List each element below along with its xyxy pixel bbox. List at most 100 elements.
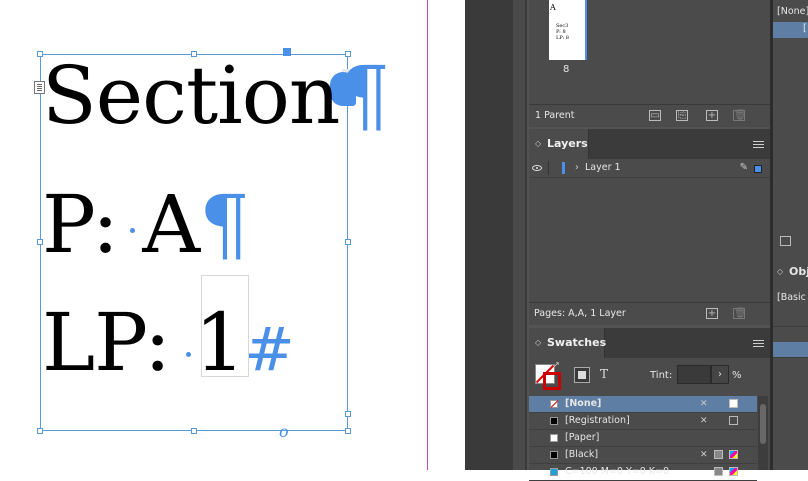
pen-icon: ✎ <box>739 162 748 173</box>
swatch-scrollbar[interactable] <box>758 396 768 470</box>
swatch-row-none[interactable]: [None] ✕ <box>529 396 757 413</box>
delete-layer-icon[interactable]: 🗑 <box>733 308 747 319</box>
not-editable-icon: ✕ <box>700 450 708 460</box>
panel-menu-icon[interactable] <box>753 141 764 148</box>
frame-handle-bottom-left[interactable] <box>37 428 43 434</box>
lock-toggle[interactable] <box>548 161 549 175</box>
tint-unit: % <box>732 370 742 381</box>
none-label: [None] <box>777 6 808 17</box>
tab-layers[interactable]: ◇ Layers <box>529 129 589 159</box>
document-canvas[interactable]: Section¶ P: A¶ LP: 1# o <box>0 0 465 470</box>
pages-footer: 1 Parent ▭ ⎘ + 🗑 <box>529 104 770 127</box>
section-text: Section <box>42 49 340 142</box>
dock-scrollbar[interactable] <box>513 0 525 470</box>
text-line-page-number: LP: 1# <box>42 303 295 390</box>
collapse-chevron-icon[interactable]: ◇ <box>535 328 541 358</box>
tab-object-styles[interactable]: ◇ Obj <box>773 258 808 286</box>
layers-footer: Pages: A,A, 1 Layer + 🗑 <box>529 302 770 325</box>
page-size-icon[interactable]: ▭ <box>649 110 661 121</box>
space-marker <box>186 352 191 357</box>
process-icon <box>714 467 723 476</box>
swatch-chip <box>550 434 558 442</box>
swatches-tab-label: Swatches <box>547 336 607 349</box>
swatch-name: [Registration] <box>565 415 630 426</box>
frame-handle-corner-extra[interactable] <box>345 411 351 417</box>
style-row[interactable] <box>773 327 808 343</box>
swatches-header: ◇ Swatches <box>529 328 770 358</box>
swatch-row-paper[interactable]: [Paper] <box>529 430 757 447</box>
layers-tab-label: Layers <box>547 137 588 150</box>
page-label-text: LP: <box>42 296 195 389</box>
swatch-name: [Paper] <box>565 432 600 443</box>
selected-row-text: [ <box>803 23 807 34</box>
frame-handle-bottom-right[interactable] <box>345 428 351 434</box>
cmyk-icon <box>729 467 738 476</box>
overset-indicator[interactable]: o <box>279 422 289 441</box>
text-line-section: Section¶ <box>42 56 390 136</box>
new-layer-icon[interactable]: + <box>706 308 718 319</box>
style-row[interactable] <box>773 311 808 327</box>
page-number-text: 1 <box>194 296 245 389</box>
swatch-chip <box>550 451 558 459</box>
parent-page-text: P: A <box>42 178 200 271</box>
tab-swatches[interactable]: ◇ Swatches <box>529 328 607 358</box>
pilcrow-mark: ¶ <box>199 178 250 271</box>
new-page-icon[interactable]: + <box>706 110 718 121</box>
page-number-label: 8 <box>563 64 570 75</box>
pages-panel: A Sec3 P: 8 LP: 8 8 1 Parent ▭ ⎘ + 🗑 <box>529 0 770 127</box>
swatches-panel: ◇ Swatches ↗ T Tint: › % [None] ✕ [Regis… <box>529 328 770 481</box>
edit-page-size-icon[interactable]: ⎘ <box>676 110 688 121</box>
stroke-swatch[interactable] <box>543 372 561 390</box>
page-edge-guide <box>427 0 428 470</box>
swatch-name: C=100 M=0 Y=0 K=0 <box>565 466 670 477</box>
object-tab-label: Obj <box>789 265 808 278</box>
not-editable-icon: ✕ <box>700 416 708 426</box>
swatch-row-registration[interactable]: [Registration] ✕ <box>529 413 757 430</box>
tint-label: Tint: <box>650 370 673 381</box>
not-editable-icon: ✕ <box>700 399 708 409</box>
space-marker <box>130 228 135 233</box>
basic-style-label: [Basic T <box>777 292 808 303</box>
layers-status: Pages: A,A, 1 Layer <box>534 308 626 319</box>
layers-panel: ◇ Layers › Layer 1 ✎ Pages: A,A, 1 Layer… <box>529 129 770 325</box>
panel-footer-icon[interactable] <box>780 236 791 246</box>
panel-menu-icon[interactable] <box>753 340 764 347</box>
layers-header: ◇ Layers <box>529 129 770 159</box>
page-thumbnail[interactable]: A Sec3 P: 8 LP: 8 <box>549 0 586 60</box>
swatch-row-black[interactable]: [Black] ✕ <box>529 447 757 464</box>
tint-dropdown-arrow-icon[interactable]: › <box>711 365 729 384</box>
swatch-chip <box>550 400 559 408</box>
formatting-container-icon[interactable] <box>574 367 590 383</box>
swatch-list: [None] ✕ [Registration] ✕ [Paper] [Black… <box>529 396 757 481</box>
swatch-name: [None] <box>565 398 602 409</box>
formatting-text-icon[interactable]: T <box>600 367 608 381</box>
style-row-selected[interactable] <box>773 342 808 358</box>
collapse-chevron-icon[interactable]: ◇ <box>777 258 783 286</box>
tint-input[interactable] <box>677 365 711 384</box>
collapse-chevron-icon[interactable]: ◇ <box>535 129 541 159</box>
text-line-parent-page: P: A¶ <box>42 185 250 265</box>
thumbnail-selection-edge <box>585 0 587 60</box>
parent-prefix: A <box>550 3 556 12</box>
frame-handle-bottom-middle[interactable] <box>191 428 197 434</box>
frame-handle-middle-right[interactable] <box>345 239 351 245</box>
swatch-row-cyan[interactable]: C=100 M=0 Y=0 K=0 <box>529 464 757 481</box>
object-styles-header: ◇ Obj <box>773 258 808 286</box>
visibility-eye-icon[interactable] <box>532 165 542 171</box>
pages-status: 1 Parent <box>535 110 575 121</box>
layer-name: Layer 1 <box>585 162 621 173</box>
swatch-name: [Black] <box>565 449 599 460</box>
page-number-marker: # <box>244 315 294 385</box>
delete-page-icon[interactable]: 🗑 <box>733 110 747 121</box>
pilcrow-mark: ¶ <box>339 49 390 142</box>
expand-arrow-icon[interactable]: › <box>575 159 579 177</box>
thumbnail-text: Sec3 P: 8 LP: 8 <box>556 23 569 41</box>
selection-indicator[interactable] <box>754 165 762 173</box>
right-panel-column: [None] [ ◇ Obj [Basic T <box>770 0 808 470</box>
cmyk-icon <box>729 450 738 459</box>
layer-row[interactable]: › Layer 1 ✎ <box>529 159 770 178</box>
registration-icon <box>729 416 738 425</box>
selected-row[interactable]: [ <box>773 22 808 38</box>
swatches-panel-secondary: [None] [ <box>773 0 808 255</box>
swap-fill-stroke-icon[interactable]: ↗ <box>553 360 560 369</box>
